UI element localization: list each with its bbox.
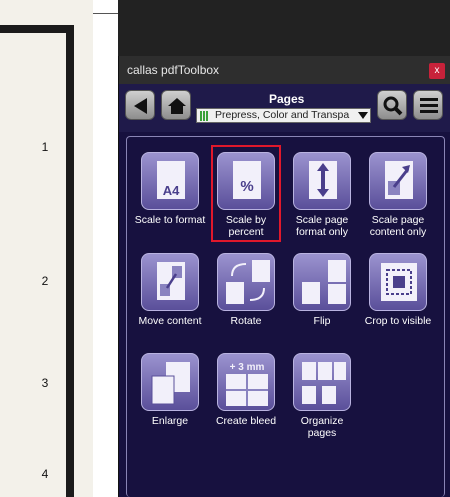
tool-create-bleed[interactable]: + 3 mm Create bleed bbox=[209, 353, 283, 448]
page-arrows-vertical-icon bbox=[293, 152, 351, 210]
profile-dropdown[interactable]: Prepress, Color and Transpa bbox=[196, 108, 371, 123]
tool-crop-to-visible[interactable]: Crop to visible bbox=[361, 253, 435, 348]
tool-enlarge[interactable]: Enlarge bbox=[133, 353, 207, 448]
tool-label: Create bleed bbox=[215, 415, 277, 427]
bleed-badge: + 3 mm bbox=[230, 362, 265, 373]
search-icon bbox=[383, 96, 403, 116]
tool-label: Scale page format only bbox=[295, 214, 349, 238]
tool-label: Move content bbox=[138, 315, 202, 327]
tool-label: Scale to format bbox=[134, 214, 206, 226]
tool-label: Crop to visible bbox=[364, 315, 432, 327]
panel-title: callas pdfToolbox bbox=[127, 63, 220, 77]
panel-toolbar: Pages Prepress, Color and Transpa bbox=[119, 84, 450, 132]
document-margin bbox=[93, 0, 118, 497]
tool-label: Scale by percent bbox=[225, 214, 267, 238]
flip-icon bbox=[293, 253, 351, 311]
search-button[interactable] bbox=[377, 90, 407, 120]
divider bbox=[93, 13, 118, 14]
svg-text:%: % bbox=[240, 178, 253, 195]
home-button[interactable] bbox=[161, 90, 191, 120]
bleed-icon: + 3 mm bbox=[217, 353, 275, 411]
line-number: 4 bbox=[41, 467, 49, 481]
tool-label: Flip bbox=[313, 315, 331, 327]
hamburger-menu-icon bbox=[420, 98, 438, 113]
app-window: 1 2 3 4 callas pdfToolbox x Pages Prepre… bbox=[0, 0, 450, 497]
tool-move-content[interactable]: Move content bbox=[133, 253, 207, 348]
tool-label: Enlarge bbox=[151, 415, 189, 427]
crop-icon bbox=[369, 253, 427, 311]
percent-page-icon: % bbox=[217, 152, 275, 210]
rotate-icon bbox=[217, 253, 275, 311]
line-number: 1 bbox=[41, 140, 49, 154]
profile-dropdown-value: Prepress, Color and Transpa bbox=[215, 109, 350, 121]
tools-grid: A4 Scale to format % Scale by percent Sc… bbox=[126, 136, 445, 497]
tool-scale-by-percent[interactable]: % Scale by percent bbox=[209, 152, 283, 247]
tool-label: Scale page content only bbox=[369, 214, 427, 238]
close-button[interactable]: x bbox=[429, 63, 445, 79]
back-button[interactable] bbox=[125, 90, 155, 120]
workspace-background bbox=[118, 0, 450, 56]
back-arrow-icon bbox=[134, 98, 147, 114]
tool-scale-to-format[interactable]: A4 Scale to format bbox=[133, 152, 207, 247]
line-number: 3 bbox=[41, 376, 49, 390]
tool-rotate[interactable]: Rotate bbox=[209, 253, 283, 348]
tool-label: Organize pages bbox=[300, 415, 344, 439]
tools-area: A4 Scale to format % Scale by percent Sc… bbox=[119, 132, 450, 497]
tool-scale-page-content-only[interactable]: Scale page content only bbox=[361, 152, 435, 247]
enlarge-icon bbox=[141, 353, 199, 411]
section-title: Pages bbox=[269, 92, 305, 106]
tool-label: Rotate bbox=[230, 315, 262, 327]
page-arrow-diagonal-icon bbox=[369, 152, 427, 210]
move-content-icon bbox=[141, 253, 199, 311]
tool-scale-page-format-only[interactable]: Scale page format only bbox=[285, 152, 359, 247]
bars-icon bbox=[200, 111, 212, 121]
menu-button[interactable] bbox=[413, 90, 443, 120]
tool-flip[interactable]: Flip bbox=[285, 253, 359, 348]
line-number: 2 bbox=[41, 274, 49, 288]
organize-pages-icon bbox=[293, 353, 351, 411]
pdftoolbox-panel: callas pdfToolbox x Pages Prepress, Colo… bbox=[118, 56, 450, 497]
home-icon bbox=[168, 98, 186, 114]
tool-organize-pages[interactable]: Organize pages bbox=[285, 353, 359, 448]
a4-page-icon: A4 bbox=[141, 152, 199, 210]
panel-titlebar[interactable]: callas pdfToolbox x bbox=[119, 56, 450, 84]
document-page-border bbox=[0, 25, 74, 497]
chevron-down-icon bbox=[358, 112, 368, 119]
svg-text:A4: A4 bbox=[163, 183, 180, 198]
